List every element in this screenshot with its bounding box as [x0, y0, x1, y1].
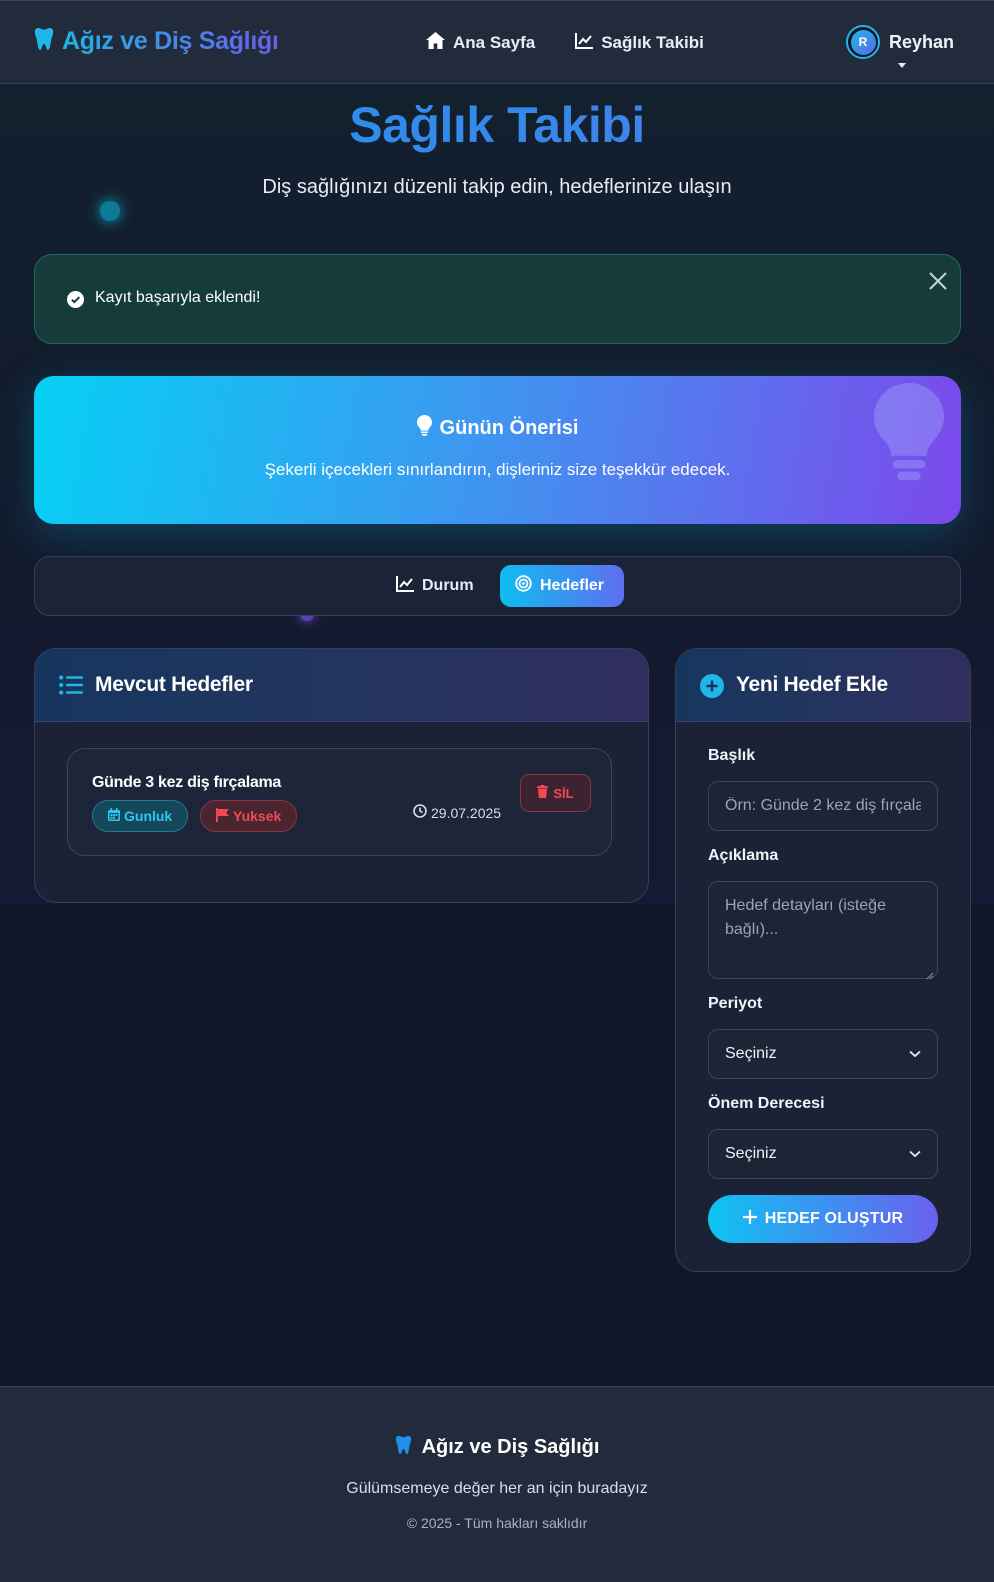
plus-circle-icon — [700, 674, 724, 703]
footer: Ağız ve Diş Sağlığı Gülümsemeye değer he… — [0, 1386, 994, 1582]
nav-link-home[interactable]: Ana Sayfa — [426, 32, 535, 54]
goal-date: 29.07.2025 — [413, 804, 501, 821]
home-icon — [426, 32, 445, 54]
calendar-icon — [108, 808, 120, 824]
chevron-down-icon — [909, 1045, 921, 1063]
main-nav: Ana Sayfa Sağlık Takibi — [426, 32, 704, 54]
goal-title-input[interactable] — [708, 781, 938, 831]
footer-brand: Ağız ve Diş Sağlığı — [0, 1435, 994, 1460]
clock-icon — [413, 804, 427, 821]
priority-select[interactable]: Seçiniz — [708, 1129, 938, 1179]
chevron-down-icon — [909, 1145, 921, 1163]
nav-link-health-tracking[interactable]: Sağlık Takibi — [575, 32, 704, 54]
user-menu[interactable]: R Reyhan — [846, 25, 954, 59]
daily-tip-card: Günün Önerisi Şekerli içecekleri sınırla… — [34, 376, 961, 524]
priority-label: Önem Derecesi — [708, 1095, 825, 1112]
success-alert: Kayıt başarıyla eklendi! — [34, 254, 961, 344]
tab-status[interactable]: Durum — [381, 565, 489, 607]
trash-icon — [537, 785, 549, 801]
list-icon — [59, 675, 83, 700]
tab-label: Hedefler — [540, 577, 605, 594]
chart-line-icon — [575, 32, 594, 54]
tip-title: Günün Önerisi — [34, 415, 961, 441]
avatar-initial: R — [850, 29, 876, 55]
title-label: Başlık — [708, 747, 756, 764]
delete-label: SİL — [553, 785, 574, 801]
delete-button[interactable]: SİL — [520, 774, 591, 812]
priority-select-value: Seçiniz — [725, 1145, 777, 1162]
card-header: Mevcut Hedefler — [35, 649, 648, 722]
alert-message: Kayıt başarıyla eklendi! — [95, 289, 261, 306]
page-title: Sağlık Takibi — [0, 96, 994, 154]
priority-badge: Yuksek — [200, 800, 298, 832]
goal-date-text: 29.07.2025 — [431, 804, 502, 821]
card-title: Yeni Hedef Ekle — [736, 673, 888, 696]
tooth-icon — [34, 27, 54, 56]
new-goal-card: Yeni Hedef Ekle Başlık Açıklama Periyot … — [675, 648, 971, 1272]
tab-goals[interactable]: Hedefler — [500, 565, 624, 607]
chevron-down-icon[interactable] — [898, 63, 906, 68]
nav-link-label: Ana Sayfa — [453, 33, 536, 52]
flag-icon — [216, 807, 229, 825]
avatar: R — [846, 25, 880, 59]
brand-name: Ağız ve Diş Sağlığı — [62, 27, 279, 55]
tab-bar: Durum Hedefler — [34, 556, 961, 616]
footer-brand-name: Ağız ve Diş Sağlığı — [421, 1436, 600, 1458]
footer-tagline: Gülümsemeye değer her an için buradayız — [346, 1480, 648, 1497]
description-label: Açıklama — [708, 847, 779, 864]
goal-title: Günde 3 kez diş fırçalama — [92, 774, 282, 791]
navbar: Ağız ve Diş Sağlığı Ana Sayfa Sağlık Tak… — [0, 0, 994, 84]
tab-label: Durum — [422, 577, 474, 594]
tooth-icon — [395, 1435, 412, 1460]
close-icon[interactable] — [929, 272, 947, 290]
user-name: Reyhan — [889, 31, 955, 52]
chart-line-icon — [396, 575, 414, 597]
target-icon — [515, 575, 532, 597]
current-goals-card: Mevcut Hedefler Günde 3 kez diş fırçalam… — [34, 648, 649, 903]
page-subtitle: Diş sağlığınızı düzenli takip edin, hede… — [262, 176, 732, 198]
goal-description-input[interactable] — [708, 881, 938, 979]
tip-body: Şekerli içecekleri sınırlandırın, dişler… — [264, 460, 731, 479]
brand-link[interactable]: Ağız ve Diş Sağlığı — [34, 27, 279, 56]
card-title: Mevcut Hedefler — [95, 673, 253, 696]
card-header: Yeni Hedef Ekle — [676, 649, 970, 722]
plus-icon — [742, 1209, 757, 1229]
decorative-dot — [100, 201, 120, 221]
period-badge-label: Gunluk — [124, 808, 173, 824]
period-badge: Gunluk — [92, 800, 189, 832]
goal-item: Günde 3 kez diş fırçalama Gunluk Yuksek … — [67, 748, 612, 856]
create-goal-label: HEDEF OLUŞTUR — [764, 1210, 904, 1227]
period-select[interactable]: Seçiniz — [708, 1029, 938, 1079]
priority-badge-label: Yuksek — [233, 808, 282, 824]
lightbulb-icon — [874, 382, 944, 487]
footer-copyright: © 2025 - Tüm hakları saklıdır — [406, 1515, 588, 1531]
period-label: Periyot — [708, 995, 763, 1012]
nav-link-label: Sağlık Takibi — [601, 33, 704, 52]
create-goal-button[interactable]: HEDEF OLUŞTUR — [708, 1195, 938, 1243]
period-select-value: Seçiniz — [725, 1045, 777, 1062]
resize-handle-icon[interactable] — [926, 967, 934, 985]
tip-title-text: Günün Önerisi — [439, 416, 579, 439]
check-circle-icon — [67, 291, 84, 313]
lightbulb-icon — [416, 415, 432, 441]
